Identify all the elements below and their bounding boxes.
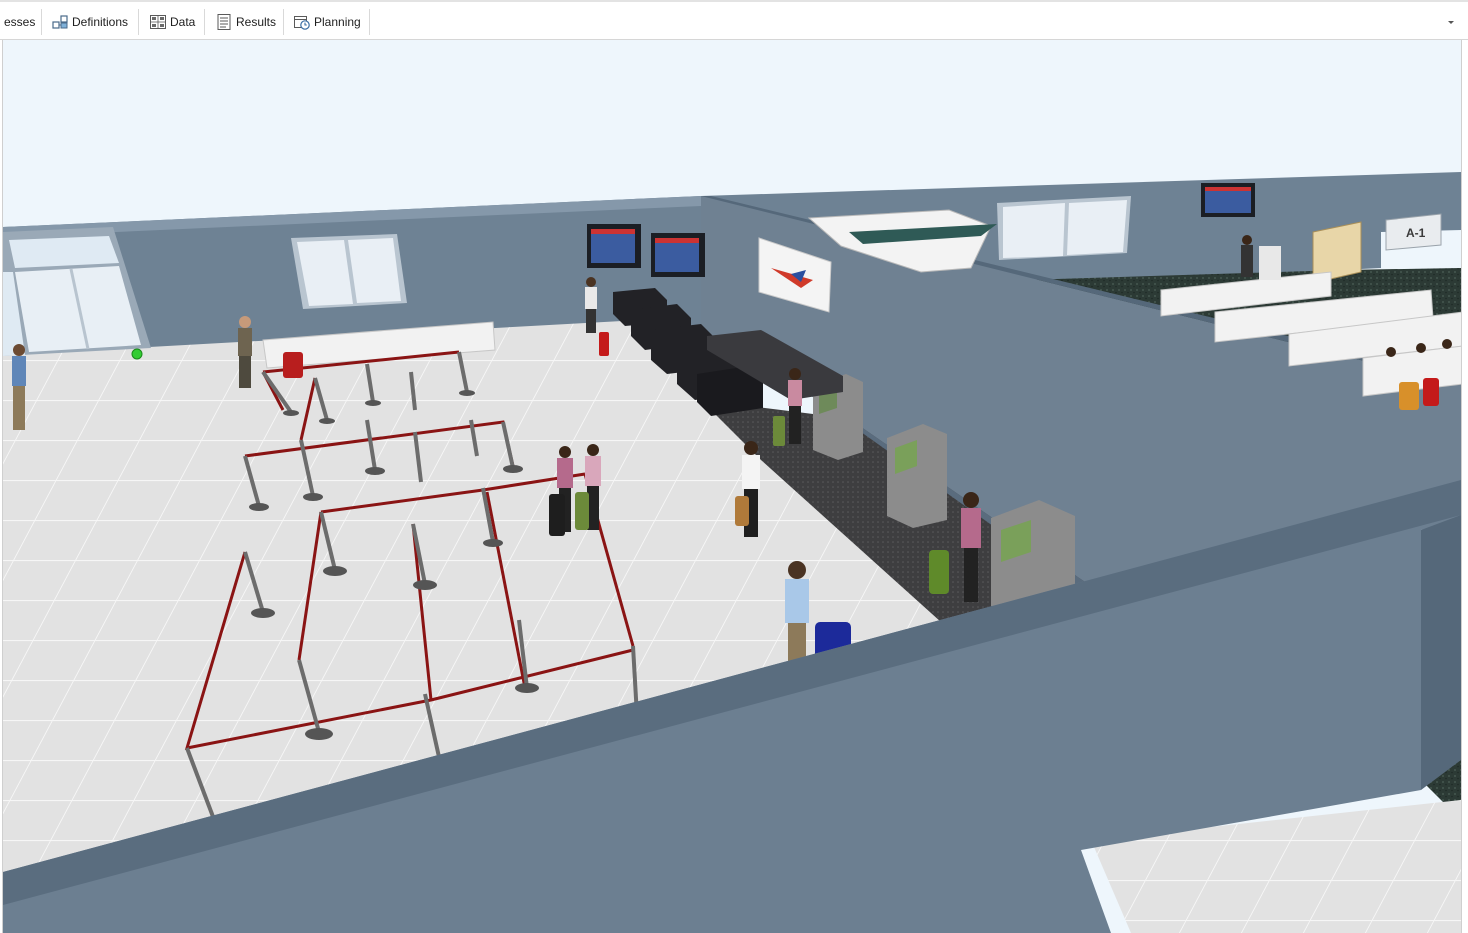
start-marker	[131, 348, 143, 360]
ribbon-tab-bar: esses Definitions Data Results Planning	[0, 0, 1468, 40]
tab-data-label: Data	[170, 15, 196, 29]
chevron-down-icon[interactable]	[1446, 16, 1456, 26]
definitions-icon	[52, 14, 68, 30]
window-right-wall	[997, 196, 1131, 260]
tab-definitions[interactable]: Definitions	[52, 9, 128, 35]
tab-results-label: Results	[236, 15, 277, 29]
tab-planning[interactable]: Planning	[294, 9, 361, 35]
tab-separator	[369, 9, 370, 35]
tab-definitions-label: Definitions	[72, 15, 129, 29]
tab-separator	[283, 9, 284, 35]
gate-sign-label: A-1	[1406, 226, 1426, 240]
tab-data[interactable]: Data	[150, 9, 195, 35]
tab-results[interactable]: Results	[216, 9, 276, 35]
airport-terminal-scene: A-1	[3, 40, 1461, 933]
results-list-icon	[216, 14, 232, 30]
tab-separator	[204, 9, 205, 35]
tab-separator	[138, 9, 139, 35]
planning-clock-icon	[294, 14, 310, 30]
3d-viewport[interactable]: A-1	[2, 40, 1462, 933]
suitcase	[283, 352, 303, 378]
tab-processes[interactable]: esses	[4, 9, 35, 35]
window-left-wall	[291, 234, 407, 309]
tab-processes-label: esses	[4, 15, 36, 29]
tab-separator	[41, 9, 42, 35]
data-table-icon	[150, 14, 166, 30]
tab-planning-label: Planning	[314, 15, 361, 29]
